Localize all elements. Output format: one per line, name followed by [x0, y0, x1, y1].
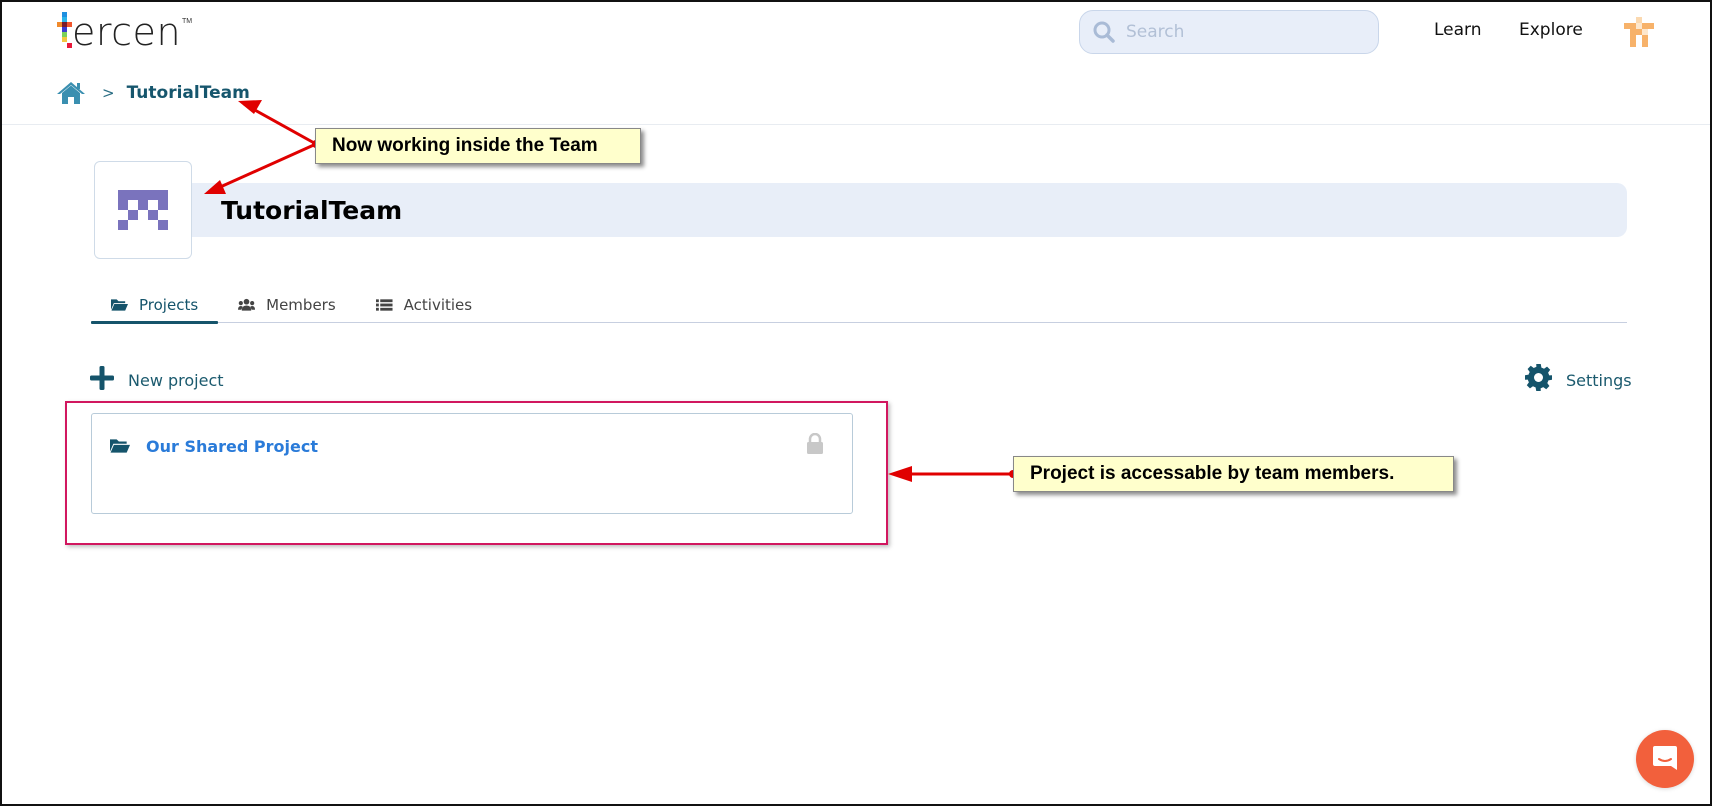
annotation-callout-project: Project is accessable by team members.: [1013, 456, 1454, 492]
nav-link-learn[interactable]: Learn: [1434, 20, 1482, 40]
gear-icon: [1525, 364, 1552, 391]
home-icon: [57, 82, 85, 104]
user-avatar-icon[interactable]: [1624, 17, 1654, 47]
avatar-pixel: [158, 190, 168, 200]
tab-label: Projects: [139, 296, 199, 314]
tab-activities[interactable]: Activities: [356, 288, 492, 322]
tercen-logo[interactable]: ercen TM: [56, 8, 192, 54]
plus-icon: [90, 365, 114, 390]
tab-label: Members: [266, 296, 336, 314]
chat-support-button[interactable]: [1636, 730, 1694, 788]
tab-members[interactable]: Members: [218, 288, 356, 322]
team-title: TutorialTeam: [221, 195, 403, 225]
folder-open-icon: [110, 439, 130, 453]
logo-text: ercen: [72, 10, 182, 54]
avatar-pixel: [118, 220, 128, 230]
chat-icon: [1653, 746, 1677, 770]
avatar-pixel: [148, 210, 158, 220]
avatar-pixel: [128, 200, 138, 210]
logo-mark-icon: [56, 10, 74, 54]
users-icon: [238, 298, 256, 311]
team-avatar-icon: [118, 190, 168, 230]
search-box[interactable]: [1079, 10, 1379, 54]
avatar-pixel: [138, 190, 148, 200]
search-icon: [1093, 21, 1115, 43]
settings-label: Settings: [1566, 371, 1632, 390]
avatar-pixel: [148, 190, 158, 200]
breadcrumb-home[interactable]: [56, 80, 86, 106]
avatar-pixel: [158, 200, 168, 210]
header-divider: [2, 124, 1710, 125]
search-input[interactable]: [1126, 22, 1366, 42]
breadcrumb-separator: >: [102, 84, 115, 102]
avatar-pixel: [118, 200, 128, 210]
settings-button[interactable]: Settings: [1525, 364, 1632, 391]
lock-icon: [807, 433, 823, 454]
avatar-pixel: [148, 200, 158, 210]
avatar-pixel: [158, 220, 168, 230]
team-avatar: [94, 161, 192, 259]
avatar-pixel: [128, 220, 138, 230]
list-icon: [375, 299, 393, 311]
avatar-pixel: [138, 200, 148, 210]
breadcrumb: > TutorialTeam: [56, 80, 250, 106]
breadcrumb-current[interactable]: TutorialTeam: [127, 83, 250, 103]
new-project-button[interactable]: New project: [90, 365, 224, 390]
project-card[interactable]: Our Shared Project: [91, 413, 853, 514]
nav-link-explore[interactable]: Explore: [1519, 20, 1583, 40]
project-name-link[interactable]: Our Shared Project: [146, 437, 318, 456]
new-project-label: New project: [128, 371, 224, 390]
avatar-pixel: [138, 210, 148, 220]
logo-trademark: TM: [182, 18, 193, 25]
avatar-pixel: [118, 190, 128, 200]
avatar-pixel: [118, 210, 128, 220]
avatar-pixel: [128, 190, 138, 200]
avatar-pixel: [138, 220, 148, 230]
annotation-callout-team: Now working inside the Team: [315, 128, 641, 164]
avatar-pixel: [128, 210, 138, 220]
avatar-pixel: [158, 210, 168, 220]
tab-label: Activities: [403, 296, 473, 314]
avatar-pixel: [148, 220, 158, 230]
team-tabs: Projects Members Activities: [91, 288, 1627, 324]
team-title-bar: TutorialTeam: [192, 183, 1627, 237]
tab-projects[interactable]: Projects: [91, 288, 219, 324]
folder-open-icon: [111, 299, 128, 311]
